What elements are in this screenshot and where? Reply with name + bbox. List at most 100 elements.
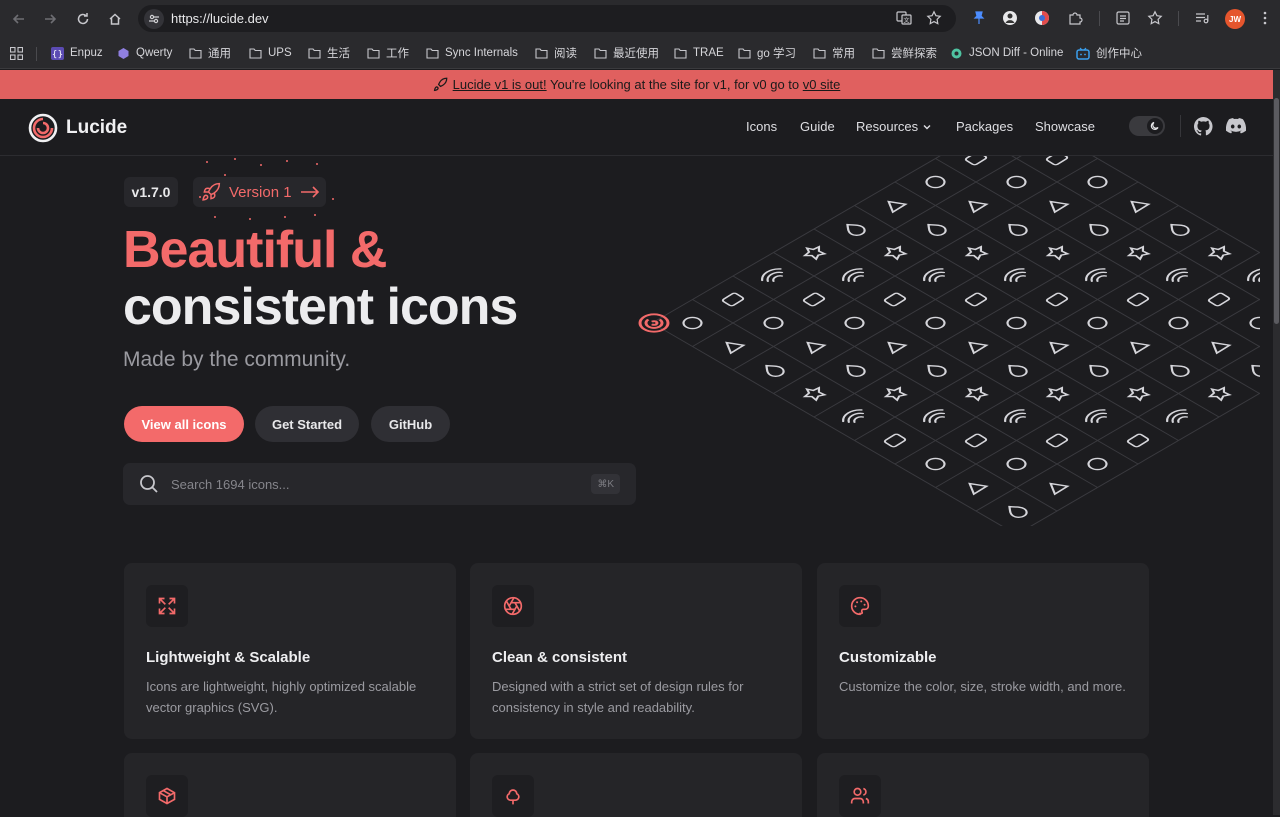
feature-title: Customizable [839,649,937,666]
bookmark-label: 阅读 [554,48,577,60]
logo[interactable]: Lucide [28,113,127,143]
profile-avatar[interactable]: JW [1225,9,1245,29]
aperture-icon [492,585,534,627]
bookmark-item[interactable]: UPS [248,45,292,61]
tv-icon [1076,46,1090,60]
extensions-puzzle-icon[interactable] [1065,8,1085,28]
forward-icon[interactable] [39,8,61,30]
bookmark-item[interactable]: 生活 [307,45,350,61]
bookmark-item[interactable]: TRAE [673,45,724,61]
translate-icon[interactable]: 文 [896,10,912,26]
github-button[interactable]: GitHub [371,406,450,442]
nav-icons[interactable]: Icons [746,119,777,134]
address-bar[interactable]: https://lucide.dev 文 [138,5,956,32]
folder-icon [737,46,751,60]
bookmark-label: 创作中心 [1096,48,1142,60]
bookmark-star-icon[interactable] [926,10,942,26]
bookmark-item[interactable]: 常用 [812,45,855,61]
bookmark-label: JSON Diff - Online [969,47,1064,59]
feature-card: Clean & consistent Designed with a stric… [470,563,802,739]
bookmark-label: 生活 [327,48,350,60]
bookmark-item[interactable]: JSON Diff - Online [949,45,1063,61]
github-icon[interactable] [1194,117,1213,136]
folder-icon [673,46,687,60]
v0-site-link[interactable]: v0 site [803,77,841,92]
bookmark-item[interactable]: 创作中心 [1076,45,1142,61]
tree-icon [492,775,534,817]
package-icon [146,775,188,817]
palette-icon [839,585,881,627]
folder-icon [307,46,321,60]
bookmarks-divider [36,47,37,61]
moon-icon [1147,118,1163,134]
extension-avatar-icon[interactable] [1000,8,1020,28]
folder-icon [593,46,607,60]
feature-card [124,753,456,817]
reading-mode-icon[interactable] [1113,8,1133,28]
nav-guide[interactable]: Guide [800,119,835,134]
get-started-button[interactable]: Get Started [255,406,359,442]
page-scrollbar[interactable] [1273,70,1280,815]
folder-icon [248,46,262,60]
extension-globe-icon[interactable] [1032,8,1052,28]
scrollbar-thumb[interactable] [1274,98,1279,324]
search-shortcut: ⌘K [591,474,620,494]
discord-icon[interactable] [1226,118,1246,134]
browser-toolbar: https://lucide.dev 文 JW [0,0,1280,37]
lucide-logo-icon [28,113,58,143]
nav-packages[interactable]: Packages [956,119,1013,134]
svg-text:文: 文 [903,17,909,25]
folder-icon [425,46,439,60]
bookmark-item[interactable]: 尝鲜探索 [871,45,937,61]
favorites-icon[interactable] [1145,8,1165,28]
bookmark-label: 工作 [386,48,409,60]
banner-text: You're looking at the site for v1, for v… [546,77,803,92]
bookmark-label: 最近使用 [613,48,659,60]
toolbar-divider [1099,11,1100,26]
bookmark-item[interactable]: 工作 [366,45,409,61]
bookmark-label: 通用 [208,48,231,60]
media-queue-icon[interactable] [1192,8,1212,28]
chevron-down-icon [923,124,931,129]
folder-icon [871,46,885,60]
extension-pin-icon[interactable] [969,8,989,28]
version-badge: v1.7.0 [124,177,178,207]
bookmark-item[interactable]: 阅读 [534,45,577,61]
bookmark-label: TRAE [693,47,724,59]
nav-resources[interactable]: Resources [856,119,932,134]
gear-icon [949,46,963,60]
bookmark-label: UPS [268,47,292,59]
hero-title-line1: Beautiful & [123,221,387,279]
folder-icon [188,46,202,60]
site-settings-icon[interactable] [144,9,164,29]
feature-description: Icons are lightweight, highly optimized … [146,679,417,715]
bookmark-label: 尝鲜探索 [891,48,937,60]
reload-icon[interactable] [72,8,94,30]
folder-icon [812,46,826,60]
apps-grid-icon[interactable] [10,45,23,61]
bookmark-label: Qwerty [136,47,173,59]
bookmark-item[interactable]: Qwerty [116,45,172,61]
header-divider [1180,115,1181,137]
back-icon[interactable] [8,8,30,30]
folder-icon [366,46,380,60]
users-icon [839,775,881,817]
theme-toggle[interactable] [1129,116,1165,136]
bookmark-item[interactable]: {} Enpuz [50,45,103,61]
menu-icon[interactable] [1255,8,1275,28]
v1-announcement-link[interactable]: Lucide v1 is out! [453,77,547,92]
hero-title-line2: consistent icons [123,278,518,336]
sparkle-dots [199,158,334,220]
home-icon[interactable] [104,8,126,30]
bookmark-item[interactable]: go 学习 [737,45,796,61]
logo-text: Lucide [66,117,128,138]
bookmark-item[interactable]: 最近使用 [593,45,659,61]
bookmark-item[interactable]: Sync Internals [425,45,518,61]
feature-card [817,753,1149,817]
view-all-icons-button[interactable]: View all icons [124,406,244,442]
feature-description: Designed with a strict set of design rul… [492,679,744,715]
folder-icon [534,46,548,60]
nav-showcase[interactable]: Showcase [1035,119,1095,134]
icon-search-input[interactable]: Search 1694 icons... ⌘K [123,463,636,505]
bookmark-item[interactable]: 通用 [188,45,231,61]
